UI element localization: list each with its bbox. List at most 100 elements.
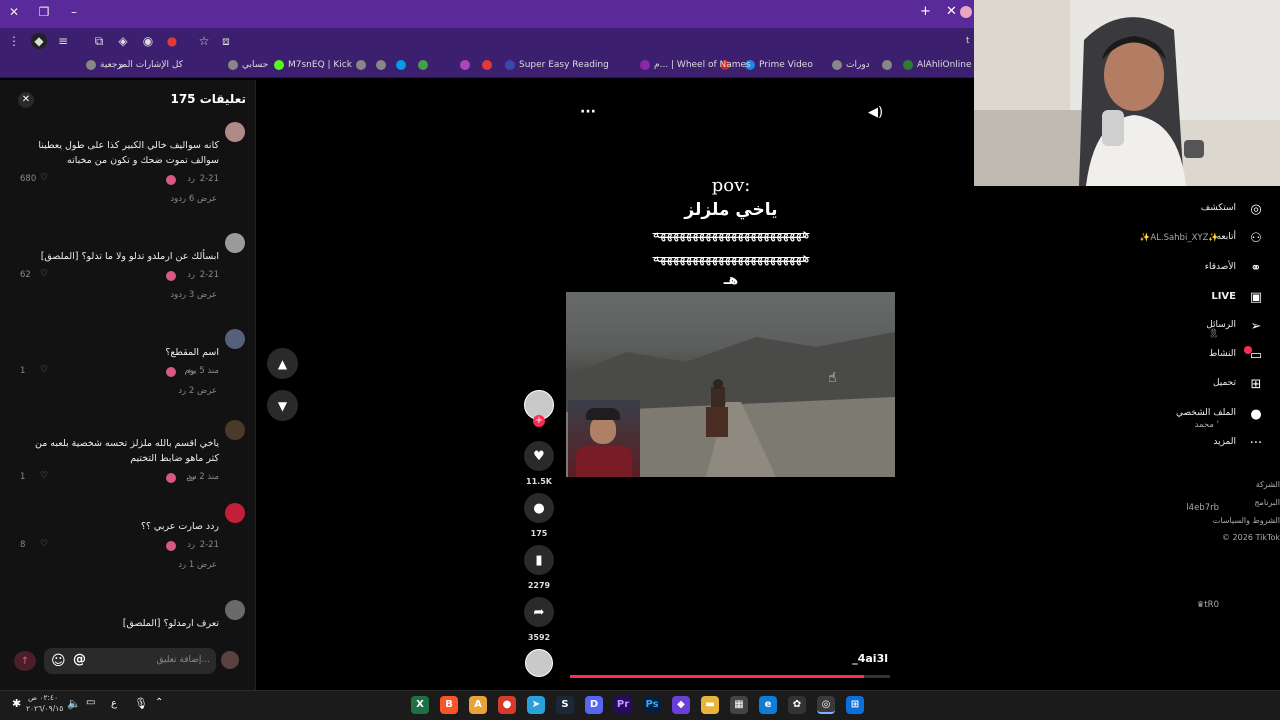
live-icon[interactable]: ▣ [1248, 290, 1264, 306]
send-icon[interactable]: ➢ [1248, 319, 1264, 335]
mention-icon[interactable]: @ [73, 652, 86, 667]
input-language[interactable]: ع [111, 698, 117, 709]
right-nav-item[interactable]: LIVE [1211, 291, 1236, 302]
extension-2-icon[interactable]: ◈ [115, 33, 131, 49]
extension-3-icon[interactable]: ◉ [140, 33, 156, 49]
windows-start-icon[interactable]: ⊞ [846, 696, 864, 714]
extensions-puzzle-icon[interactable]: ⧉ [91, 33, 107, 49]
view-replies-link[interactable]: عرض 2 رد [137, 386, 217, 396]
bookmark-item[interactable] [396, 60, 410, 70]
store-icon[interactable]: ▦ [730, 696, 748, 714]
comment-likes[interactable]: 1 [20, 472, 42, 482]
menu-dots-icon[interactable]: ⋮ [6, 33, 22, 49]
video-author-name[interactable]: _4ai3l [800, 652, 888, 665]
comment-reply-button[interactable]: رد [185, 540, 195, 550]
video-frame[interactable] [566, 292, 895, 477]
bookmark-item[interactable]: M7snEQ | Kick [274, 60, 352, 70]
bookmark-item[interactable] [418, 60, 432, 70]
comment-reply-button[interactable]: رد [185, 270, 195, 280]
right-nav-item[interactable]: تحميل [1213, 378, 1236, 388]
tab-close-icon[interactable]: ✕ [946, 4, 957, 19]
microphone-icon[interactable]: 🎙 [134, 697, 148, 710]
more-icon[interactable]: ··· [1248, 436, 1264, 452]
tab-search-icon[interactable]: ≡ [55, 33, 71, 49]
right-nav-item[interactable]: النشاط [1209, 349, 1236, 359]
chrome-icon[interactable]: ◎ [817, 696, 835, 714]
brave-icon[interactable]: B [440, 696, 458, 714]
next-video-button[interactable]: ▼ [267, 390, 298, 421]
speaker-icon[interactable]: 🔈 [67, 697, 81, 710]
comment-username[interactable]: محمد ' [1089, 420, 1219, 430]
comment-username[interactable]: ✨AL.Sahbi_XYZ✨ [1089, 233, 1219, 243]
volume-icon[interactable]: ◀) [868, 105, 883, 120]
comment-avatar[interactable] [225, 600, 245, 620]
bookmark-item[interactable] [482, 60, 496, 70]
comment-avatar[interactable] [225, 233, 245, 253]
new-tab-icon[interactable]: + [920, 4, 931, 19]
bookmark-item[interactable] [460, 60, 474, 70]
emoji-icon[interactable]: ☺ [51, 653, 66, 669]
bookmark-item[interactable] [376, 60, 390, 70]
comment-reply-button[interactable]: رد [185, 472, 195, 482]
minimize-window-icon[interactable]: – [64, 5, 84, 19]
bookmark-item[interactable]: دورات [832, 60, 870, 70]
comment-username[interactable]: 🎗 [1089, 329, 1219, 339]
right-nav-item[interactable]: الرسائل [1206, 320, 1236, 330]
close-window-icon[interactable]: ✕ [4, 5, 24, 19]
footer-link[interactable]: الشركة [1256, 480, 1280, 489]
bookmark-item[interactable]: م... | Wheel of Names [640, 60, 751, 70]
user-plus-icon[interactable]: ⚇ [1248, 231, 1264, 247]
extension-icon[interactable]: ◆ [31, 33, 47, 49]
follow-plus-icon[interactable]: + [533, 415, 545, 427]
comment-heart-icon[interactable]: ♡ [40, 539, 50, 549]
premiere-icon[interactable]: Pr [614, 696, 632, 714]
save-button[interactable]: ▮ [524, 545, 554, 575]
app-red-icon[interactable]: ● [498, 696, 516, 714]
tab-favicon[interactable] [960, 6, 972, 18]
comment-likes[interactable]: 62 [20, 270, 42, 280]
url-text[interactable]: t [966, 36, 970, 46]
right-nav-item[interactable]: المزيد [1213, 437, 1236, 447]
share-button[interactable]: ➦ [524, 597, 554, 627]
comment-username[interactable]: l4eb7rb [1089, 503, 1219, 513]
bookmark-item[interactable]: كل الإشارات المرجعية [86, 60, 183, 70]
right-nav-item[interactable]: أتابعه [1217, 232, 1236, 242]
view-replies-link[interactable]: عرض 6 ردود [137, 194, 217, 204]
app-diamond-icon[interactable]: ◆ [672, 696, 690, 714]
comment-username[interactable]: ♛tR0 [1089, 600, 1219, 610]
compass-icon[interactable]: ◎ [1248, 202, 1264, 218]
upload-icon[interactable]: ⊞ [1248, 377, 1264, 393]
file-explorer-icon[interactable]: ▬ [701, 696, 719, 714]
comment-likes[interactable]: 8 [20, 540, 42, 550]
bookmark-item[interactable]: حسابي [228, 60, 268, 70]
bookmark-item[interactable]: Super Easy Reading [505, 60, 609, 70]
discord-icon[interactable]: D [585, 696, 603, 714]
music-disc-icon[interactable] [525, 649, 553, 677]
footer-link[interactable]: البرنامج [1254, 498, 1280, 507]
taskbar-date[interactable]: ٢٠٢٦/٠٩/١٥ [26, 704, 63, 713]
comment-avatar[interactable] [225, 503, 245, 523]
previous-video-button[interactable]: ▲ [267, 348, 298, 379]
footer-link[interactable]: © 2026 TikTok [1222, 533, 1280, 542]
comment-heart-icon[interactable]: ♡ [40, 173, 50, 183]
close-comments-icon[interactable]: ✕ [18, 92, 34, 108]
steam-icon[interactable]: S [556, 696, 574, 714]
right-nav-item[interactable]: الأصدقاء [1205, 262, 1236, 272]
bookmark-star-icon[interactable]: ☆ [196, 33, 212, 49]
restore-window-icon[interactable]: ❐ [34, 5, 54, 19]
video-progress-track[interactable] [570, 675, 890, 678]
footer-link[interactable]: الشروط والسياسات [1213, 516, 1280, 525]
system-settings-icon[interactable]: ✱ [12, 697, 21, 710]
comment-likes[interactable]: 1 [20, 366, 42, 376]
comment-button[interactable]: ● [524, 493, 554, 523]
comment-heart-icon[interactable]: ♡ [40, 471, 50, 481]
bookmark-item[interactable] [882, 60, 896, 70]
like-button[interactable]: ♥ [524, 441, 554, 471]
taskbar-time[interactable]: ٠٢:٤٠ ص [28, 693, 58, 702]
comment-input-placeholder[interactable]: إضافة تعليق... [130, 655, 210, 665]
bookmarks-overflow-icon[interactable]: » [118, 59, 125, 72]
view-replies-link[interactable]: عرض 1 رد [137, 560, 217, 570]
bookmark-item[interactable] [356, 60, 370, 70]
comment-heart-icon[interactable]: ♡ [40, 365, 50, 375]
app-a-icon[interactable]: A [469, 696, 487, 714]
